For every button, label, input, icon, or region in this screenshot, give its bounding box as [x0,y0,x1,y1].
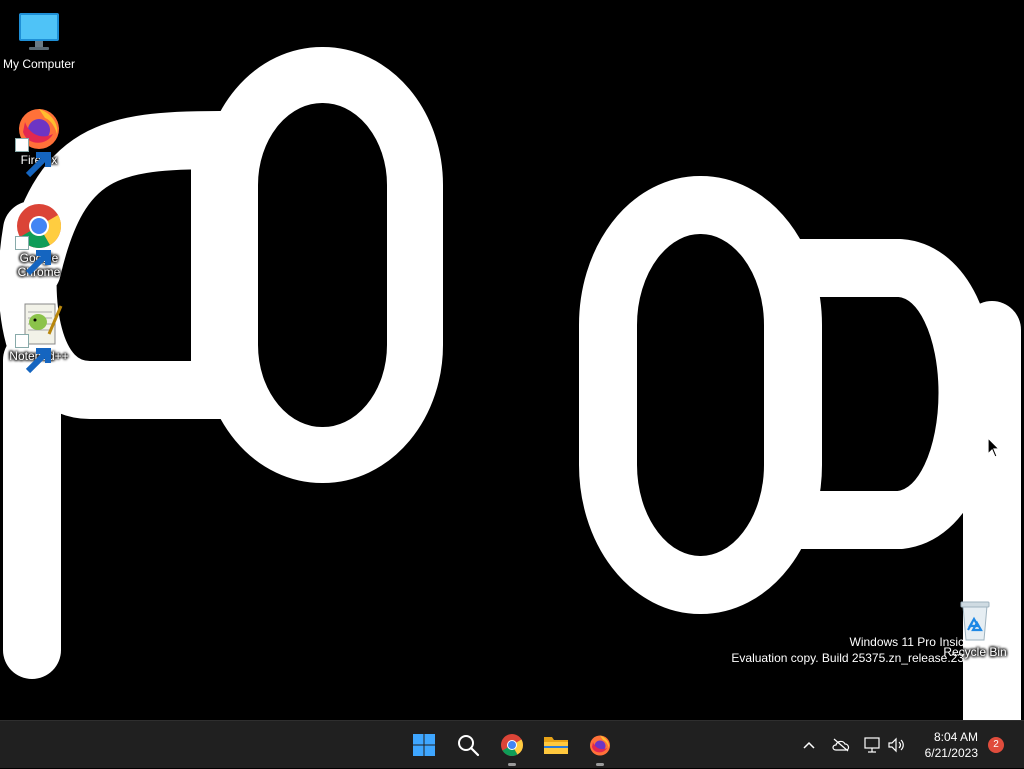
search-button[interactable] [450,727,486,763]
running-indicator [508,763,516,766]
monitor-icon [15,8,63,56]
desktop[interactable]: My Computer Firefox Google Chrome Notepa… [0,0,1024,720]
running-indicator [596,763,604,766]
volume-icon [888,737,904,753]
firefox-desktop-icon[interactable]: Firefox [1,104,77,178]
chrome-icon [15,202,63,276]
firefox-icon [590,735,610,756]
watermark-line-1: Windows 11 Pro Insic [849,635,965,649]
taskbar-clock[interactable]: 8:04 AM 6/21/2023 [925,729,978,761]
firefox-icon [15,104,63,178]
taskbar-firefox-button[interactable] [582,727,618,766]
desktop-icon-label: My Computer [2,57,76,71]
wallpaper-drawing [0,47,1021,720]
my-computer-desktop-icon[interactable]: My Computer [1,8,77,71]
notepadpp-icon [15,300,63,374]
onedrive-offline-icon [832,738,850,752]
onedrive-button[interactable] [828,721,854,769]
start-button[interactable] [406,727,442,763]
taskbar-chrome-button[interactable] [494,727,530,766]
chrome-icon [501,734,523,756]
taskbar-file-explorer-button[interactable] [538,727,574,763]
file-explorer-icon [544,737,568,754]
volume-button[interactable] [884,721,908,769]
clock-time: 8:04 AM [933,730,978,744]
notepadpp-desktop-icon[interactable]: Notepad++ [1,300,77,374]
search-icon [458,735,480,757]
watermark-line-2: Evaluation copy. Build 25375.zn_release.… [731,651,964,665]
network-icon [864,737,880,753]
start-icon [413,734,435,756]
shortcut-arrow-icon [15,334,51,374]
taskbar: 8:04 AM 6/21/2023 2 [0,720,1024,768]
notification-badge[interactable]: 2 [988,737,1004,753]
mouse-cursor-icon [987,437,1001,458]
chevron-up-icon [803,741,815,749]
network-button[interactable] [860,721,884,769]
evaluation-watermark: Windows 11 Pro Insic Evaluation copy. Bu… [731,634,964,666]
shortcut-arrow-icon [15,236,51,276]
chrome-desktop-icon[interactable]: Google Chrome [1,202,77,279]
shortcut-arrow-icon [15,138,51,178]
clock-date: 6/21/2023 [924,746,978,760]
show-hidden-icons-button[interactable] [798,721,820,769]
